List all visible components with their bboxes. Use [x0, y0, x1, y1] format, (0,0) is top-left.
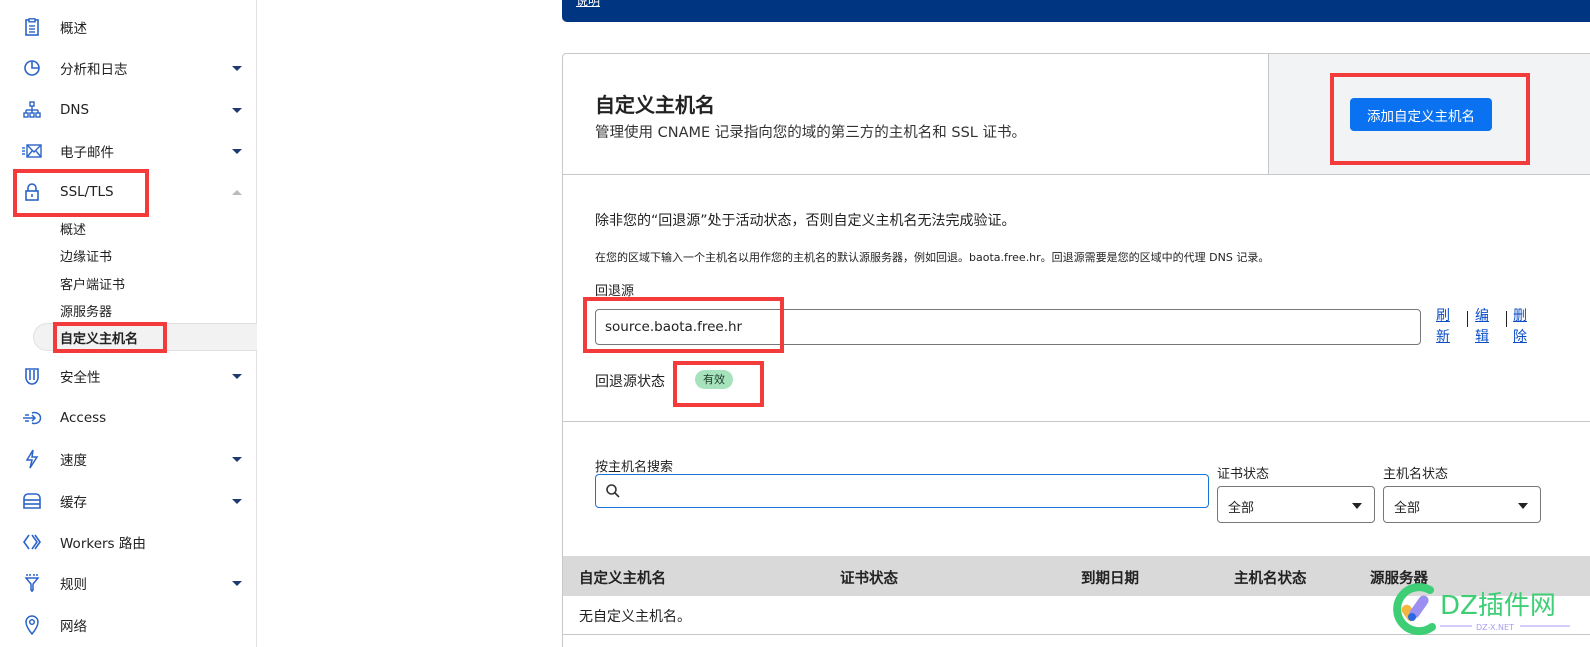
sidebar-item-security[interactable]: 安全性: [0, 361, 256, 391]
dropdown-arrow-icon: [1518, 503, 1528, 509]
lock-icon: [22, 182, 42, 202]
network-tree-icon: [22, 100, 42, 120]
hostname-status-select[interactable]: 全部: [1383, 486, 1541, 523]
chevron-down-icon[interactable]: [232, 456, 242, 462]
column-header-hostname-status[interactable]: 主机名状态: [1234, 567, 1307, 588]
fallback-origin-input[interactable]: [595, 309, 1421, 345]
workers-icon: [22, 532, 42, 552]
chevron-down-icon[interactable]: [232, 373, 242, 379]
sidebar-item-label: 速度: [60, 453, 87, 469]
column-header-origin-server[interactable]: 源服务器: [1370, 567, 1428, 588]
table-header: 自定义主机名 证书状态 到期日期 主机名状态 源服务器: [563, 556, 1590, 596]
fallback-status-label: 回退源状态: [595, 374, 665, 390]
access-icon: [22, 408, 42, 428]
cert-status-value: 全部: [1228, 501, 1255, 516]
sidebar-item-label: 分析和日志: [60, 62, 128, 78]
sidebar-item-label: 电子邮件: [60, 145, 114, 161]
page-title: 自定义主机名: [595, 93, 715, 117]
sidebar-item-email[interactable]: 电子邮件: [0, 136, 256, 166]
custom-hostnames-card: 自定义主机名 管理使用 CNAME 记录指向您的域的第三方的主机名和 SSL 证…: [562, 53, 1590, 647]
link-separator: [1506, 311, 1507, 327]
cert-status-label: 证书状态: [1217, 467, 1270, 482]
help-text: 在您的区域下输入一个主机名以用作您的主机名的默认源服务器，例如回退。baota.…: [595, 251, 1270, 264]
sidebar: 概述 分析和日志 DNS 电子邮件 SSL/TLS 概述 边缘证书 客户端证书 …: [0, 0, 257, 647]
sidebar-item-label: DNS: [60, 102, 90, 118]
chevron-down-icon[interactable]: [232, 498, 242, 504]
location-pin-icon: [22, 615, 42, 635]
page-description: 管理使用 CNAME 记录指向您的域的第三方的主机名和 SSL 证书。: [595, 125, 1026, 141]
column-header-expiry-date[interactable]: 到期日期: [1081, 567, 1139, 588]
sidebar-subitem-client-certificates[interactable]: 客户端证书: [60, 274, 125, 293]
search-icon: [605, 483, 621, 499]
chevron-down-icon[interactable]: [232, 148, 242, 154]
refresh-link[interactable]: 刷新: [1436, 306, 1452, 348]
sidebar-item-rules[interactable]: 规则: [0, 568, 256, 598]
sidebar-item-overview[interactable]: 概述: [0, 12, 256, 42]
pie-chart-icon: [22, 58, 42, 78]
column-header-hostname[interactable]: 自定义主机名: [579, 567, 666, 588]
chevron-down-icon[interactable]: [232, 107, 242, 113]
table-divider: [563, 634, 1590, 635]
sidebar-subitem-ssl-overview[interactable]: 概述: [60, 219, 86, 238]
fallback-origin-label: 回退源: [595, 284, 635, 299]
sidebar-item-label: Workers 路由: [60, 536, 146, 552]
link-separator: [1467, 311, 1468, 327]
sidebar-item-ssl-tls[interactable]: SSL/TLS: [0, 177, 256, 207]
empty-table-message: 无自定义主机名。: [579, 609, 691, 625]
sidebar-item-label: SSL/TLS: [60, 184, 114, 200]
card-action-area: 添加自定义主机名: [1268, 54, 1590, 174]
info-banner: 说明: [562, 0, 1590, 22]
sidebar-item-label: 概述: [60, 21, 87, 37]
sidebar-subitem-origin-server[interactable]: 源服务器: [60, 301, 112, 320]
shield-icon: [22, 366, 42, 386]
sidebar-item-label: 网络: [60, 619, 87, 635]
banner-link[interactable]: 说明: [576, 0, 600, 9]
sidebar-item-label: 缓存: [60, 495, 87, 511]
warning-text: 除非您的“回退源”处于活动状态，否则自定义主机名无法完成验证。: [595, 213, 1016, 229]
chevron-down-icon[interactable]: [232, 580, 242, 586]
sidebar-item-workers-routes[interactable]: Workers 路由: [0, 527, 256, 557]
sidebar-item-analytics[interactable]: 分析和日志: [0, 53, 256, 83]
search-input[interactable]: [626, 475, 1196, 507]
sidebar-item-access[interactable]: Access: [0, 403, 256, 433]
sidebar-subitem-custom-hostnames[interactable]: 自定义主机名: [60, 328, 138, 347]
sidebar-item-network[interactable]: 网络: [0, 610, 256, 640]
column-header-cert-status[interactable]: 证书状态: [840, 567, 898, 588]
storage-icon: [22, 491, 42, 511]
hostname-status-value: 全部: [1394, 501, 1421, 516]
sidebar-subitem-edge-certificates[interactable]: 边缘证书: [60, 246, 112, 265]
sidebar-item-label: 安全性: [60, 370, 101, 386]
envelope-icon: [22, 141, 42, 161]
sidebar-item-label: 规则: [60, 577, 87, 593]
sidebar-item-dns[interactable]: DNS: [0, 95, 256, 125]
dropdown-arrow-icon: [1352, 503, 1362, 509]
delete-link[interactable]: 删除: [1513, 306, 1529, 348]
hostname-search-box[interactable]: [595, 474, 1209, 508]
hostname-status-label: 主机名状态: [1383, 467, 1449, 482]
card-header: 自定义主机名 管理使用 CNAME 记录指向您的域的第三方的主机名和 SSL 证…: [563, 54, 1590, 175]
clipboard-icon: [22, 17, 42, 37]
edit-link[interactable]: 编辑: [1475, 306, 1491, 348]
filter-icon: [22, 573, 42, 593]
sidebar-item-label: Access: [60, 410, 107, 426]
search-label: 按主机名搜索: [595, 460, 674, 475]
fallback-origin-section: 除非您的“回退源”处于活动状态，否则自定义主机名无法完成验证。 在您的区域下输入…: [563, 176, 1590, 422]
chevron-up-icon[interactable]: [232, 189, 242, 195]
cert-status-select[interactable]: 全部: [1217, 486, 1375, 523]
status-badge: 有效: [695, 370, 733, 389]
sidebar-item-speed[interactable]: 速度: [0, 444, 256, 474]
add-custom-hostname-button[interactable]: 添加自定义主机名: [1350, 98, 1492, 131]
chevron-down-icon[interactable]: [232, 65, 242, 71]
lightning-icon: [22, 449, 42, 469]
sidebar-item-caching[interactable]: 缓存: [0, 486, 256, 516]
